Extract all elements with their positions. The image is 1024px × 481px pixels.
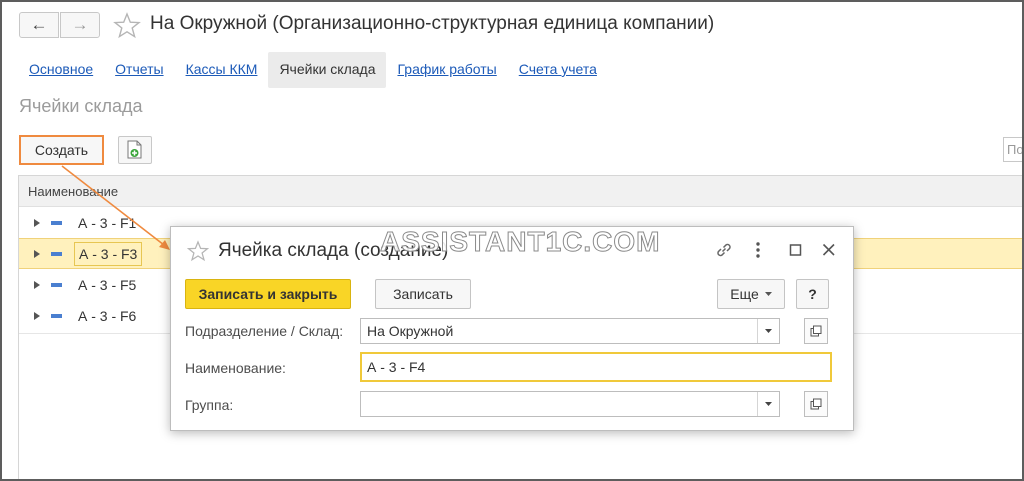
tab-reports[interactable]: Отчеты	[104, 52, 174, 88]
item-marker-icon	[51, 283, 62, 287]
list-item-label: А - 3 - F3	[74, 242, 143, 266]
star-outline-icon[interactable]	[187, 240, 209, 262]
watermark-text: ASSISTANT1C.COM	[380, 226, 661, 258]
help-button[interactable]: ?	[796, 279, 829, 309]
list-item-label: А - 3 - F5	[78, 277, 137, 293]
tab-bar: Основное Отчеты Кассы ККМ Ячейки склада …	[18, 52, 608, 88]
more-button[interactable]: Еще	[717, 279, 785, 309]
window-title: На Окружной (Организационно-структурная …	[150, 13, 715, 34]
close-icon[interactable]	[821, 240, 837, 260]
arrow-left-icon: ←	[30, 15, 48, 34]
list-item-label: А - 3 - F6	[78, 308, 137, 324]
department-field[interactable]: На Окружной	[360, 318, 780, 344]
department-dropdown-button[interactable]	[757, 319, 779, 343]
save-and-close-button[interactable]: Записать и закрыть	[185, 279, 351, 309]
forward-button[interactable]: →	[60, 12, 100, 38]
chevron-down-icon	[764, 291, 772, 296]
group-open-button[interactable]	[804, 391, 828, 417]
name-label: Наименование:	[185, 360, 286, 376]
item-marker-icon	[51, 314, 62, 318]
expand-triangle-icon[interactable]	[34, 250, 40, 258]
create-button[interactable]: Создать	[19, 135, 104, 165]
department-open-button[interactable]	[804, 318, 828, 344]
tab-schedule[interactable]: График работы	[386, 52, 507, 88]
expand-triangle-icon[interactable]	[34, 312, 40, 320]
expand-triangle-icon[interactable]	[34, 281, 40, 289]
tab-accounts[interactable]: Счета учета	[508, 52, 608, 88]
expand-triangle-icon[interactable]	[34, 219, 40, 227]
tab-cash-registers[interactable]: Кассы ККМ	[175, 52, 269, 88]
chevron-down-icon	[765, 401, 772, 406]
chevron-down-icon	[765, 328, 772, 333]
more-button-label: Еще	[730, 286, 759, 302]
department-label: Подразделение / Склад:	[185, 323, 344, 339]
star-outline-icon[interactable]	[113, 12, 141, 39]
name-input[interactable]: А - 3 - F4	[360, 352, 832, 382]
link-icon[interactable]	[714, 240, 734, 260]
copy-button[interactable]	[118, 136, 152, 164]
search-input[interactable]: По	[1003, 137, 1024, 162]
department-value: На Окружной	[367, 323, 454, 339]
open-window-icon	[810, 398, 822, 410]
item-marker-icon	[51, 252, 62, 256]
back-button[interactable]: ←	[19, 12, 59, 38]
tab-main[interactable]: Основное	[18, 52, 104, 88]
section-title: Ячейки склада	[19, 96, 143, 116]
save-button[interactable]: Записать	[375, 279, 471, 309]
copy-document-icon	[127, 140, 142, 159]
group-field[interactable]	[360, 391, 780, 417]
list-item-label: А - 3 - F1	[78, 215, 137, 231]
group-label: Группа:	[185, 397, 234, 413]
tab-warehouse-cells[interactable]: Ячейки склада	[268, 52, 387, 88]
more-vertical-icon[interactable]	[753, 240, 763, 260]
item-marker-icon	[51, 221, 62, 225]
maximize-icon[interactable]	[788, 240, 804, 260]
column-header-name[interactable]: Наименование	[19, 176, 1024, 207]
arrow-right-icon: →	[71, 15, 89, 34]
open-window-icon	[810, 325, 822, 337]
group-dropdown-button[interactable]	[757, 392, 779, 416]
